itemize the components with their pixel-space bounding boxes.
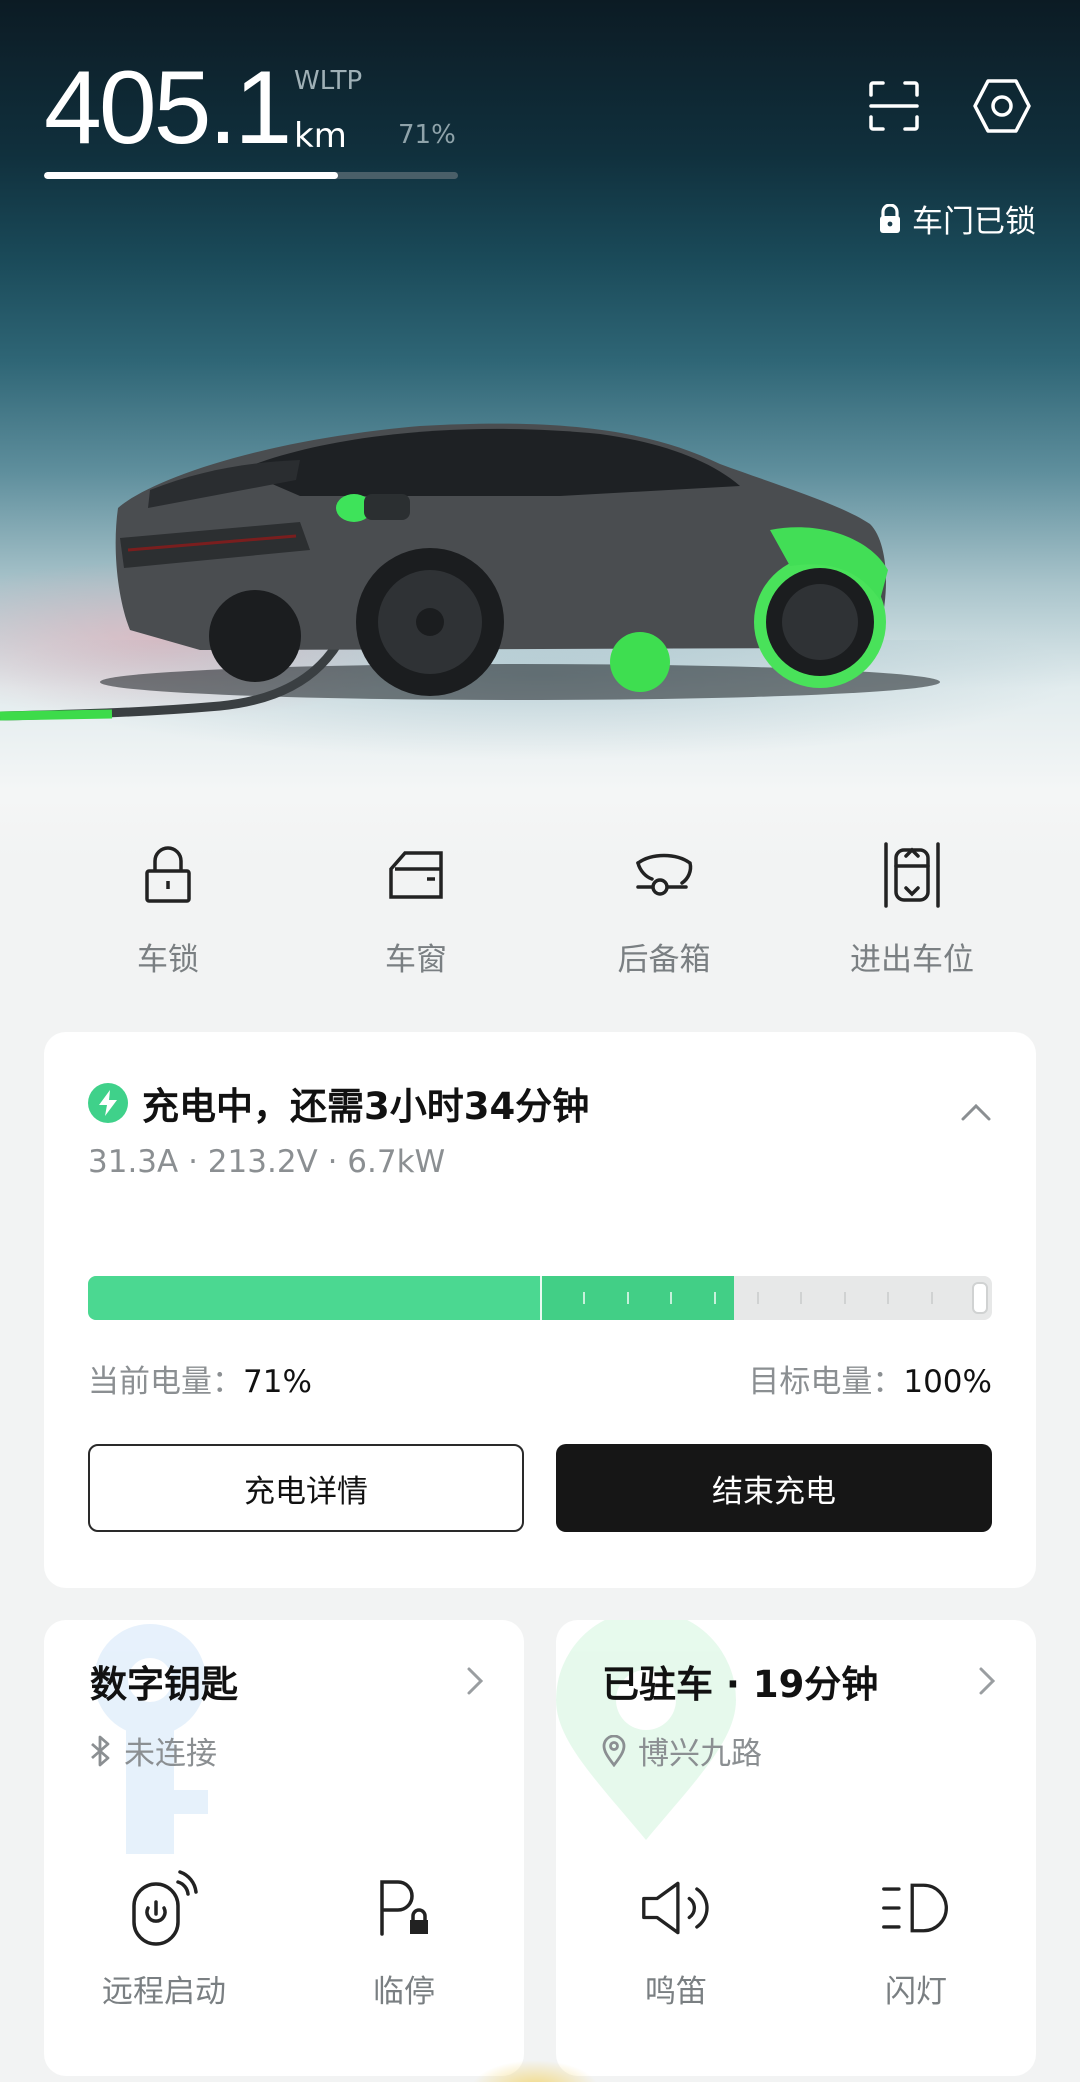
chevron-up-icon bbox=[961, 1103, 991, 1121]
digital-key-arrow[interactable] bbox=[466, 1666, 484, 1700]
horn-button[interactable]: 鸣笛 bbox=[556, 1868, 796, 2011]
quick-actions: 车锁 车窗 后备箱 进出车位 bbox=[44, 840, 1036, 1000]
charging-header: 充电中，还需3小时34分钟 bbox=[88, 1076, 589, 1130]
quick-action-label: 车窗 bbox=[385, 942, 447, 978]
battery-percent: 71% bbox=[398, 120, 456, 150]
quick-action-label: 车锁 bbox=[137, 942, 199, 978]
temp-parking-label: 临停 bbox=[373, 1974, 435, 2010]
range-unit: km bbox=[294, 116, 347, 156]
scan-button[interactable] bbox=[864, 76, 924, 136]
charging-title: 充电中，还需3小时34分钟 bbox=[142, 1085, 590, 1128]
charge-tick bbox=[626, 1292, 629, 1304]
digital-key-title: 数字钥匙 bbox=[90, 1663, 238, 1706]
charge-tick bbox=[670, 1292, 673, 1304]
flash-lights-label: 闪灯 bbox=[885, 1974, 947, 2010]
charging-bolt-icon bbox=[88, 1083, 128, 1123]
remote-start-icon bbox=[132, 1870, 198, 1946]
flash-lights-icon bbox=[882, 1883, 948, 1933]
charge-tick bbox=[713, 1292, 716, 1304]
current-level-value: 71% bbox=[243, 1364, 312, 1400]
charge-tick bbox=[756, 1292, 759, 1304]
range-bar bbox=[44, 172, 458, 179]
parking-card[interactable]: 已驻车 · 19分钟 博兴九路 鸣笛 闪灯 bbox=[556, 1620, 1036, 2076]
parking-location-text: 博兴九路 bbox=[638, 1736, 762, 1772]
quick-action-parking[interactable]: 进出车位 bbox=[788, 840, 1036, 1000]
digital-key-card[interactable]: 数字钥匙 未连接 远程启动 临停 bbox=[44, 1620, 524, 2076]
door-lock-status: 车门已锁 bbox=[878, 196, 1036, 241]
digital-key-actions: 远程启动 临停 bbox=[44, 1868, 524, 2011]
target-level-value: 100% bbox=[903, 1364, 992, 1400]
lock-closed-icon bbox=[880, 203, 900, 233]
range-standard: WLTP bbox=[294, 66, 363, 96]
settings-button[interactable] bbox=[972, 76, 1032, 136]
quick-action-lock[interactable]: 车锁 bbox=[44, 840, 292, 1000]
charge-tick bbox=[583, 1292, 586, 1304]
chevron-right-icon bbox=[979, 1667, 996, 1695]
current-level-label: 当前电量： bbox=[88, 1364, 243, 1400]
charging-card: 充电中，还需3小时34分钟 31.3A · 213.2V · 6.7kW 当前电… bbox=[44, 1032, 1036, 1588]
horn-icon bbox=[642, 1881, 709, 1935]
settings-icon bbox=[973, 79, 1031, 133]
digital-key-status: 未连接 bbox=[90, 1728, 217, 1773]
parking-title: 已驻车 · 19分钟 bbox=[602, 1663, 879, 1706]
charge-levels: 当前电量：71% 目标电量：100% bbox=[88, 1356, 992, 1401]
charging-metrics: 31.3A · 213.2V · 6.7kW bbox=[88, 1144, 446, 1180]
car-image bbox=[0, 423, 940, 721]
charging-details-button[interactable]: 充电详情 bbox=[88, 1444, 524, 1532]
range-display: 405.1 WLTP km 71% bbox=[44, 50, 456, 166]
temp-parking-button[interactable]: 临停 bbox=[284, 1868, 524, 2011]
trunk-icon bbox=[636, 853, 693, 896]
parking-icon bbox=[884, 842, 940, 908]
charge-current-fill bbox=[88, 1276, 540, 1320]
bottom-peek-decoration bbox=[470, 2060, 600, 2082]
charge-tick bbox=[843, 1292, 846, 1304]
chevron-right-icon bbox=[467, 1667, 484, 1695]
charge-tick bbox=[887, 1292, 890, 1304]
window-icon bbox=[389, 851, 443, 899]
remote-start-button[interactable]: 远程启动 bbox=[44, 1868, 284, 2011]
quick-action-label: 进出车位 bbox=[850, 942, 974, 978]
quick-action-label: 后备箱 bbox=[617, 942, 711, 978]
charge-session-fill bbox=[540, 1276, 735, 1320]
collapse-button[interactable] bbox=[960, 1102, 992, 1126]
horn-label: 鸣笛 bbox=[645, 1974, 707, 2010]
bluetooth-icon bbox=[91, 1735, 110, 1766]
charge-progress-bar bbox=[88, 1276, 992, 1320]
stop-charging-button[interactable]: 结束充电 bbox=[556, 1444, 992, 1532]
charge-tick bbox=[800, 1292, 803, 1304]
flash-lights-button[interactable]: 闪灯 bbox=[796, 1868, 1036, 2011]
range-value: 405.1 bbox=[44, 50, 292, 166]
parking-arrow[interactable] bbox=[978, 1666, 996, 1700]
lock-icon bbox=[145, 846, 191, 903]
hero-section: 405.1 WLTP km 71% 车门已锁 bbox=[0, 0, 1080, 860]
quick-action-trunk[interactable]: 后备箱 bbox=[540, 840, 788, 1000]
target-level-label: 目标电量： bbox=[748, 1364, 904, 1400]
target-slider-handle[interactable] bbox=[972, 1282, 988, 1314]
quick-action-window[interactable]: 车窗 bbox=[292, 840, 540, 1000]
parking-location: 博兴九路 bbox=[602, 1728, 762, 1773]
temp-parking-icon bbox=[380, 1880, 428, 1936]
parking-actions: 鸣笛 闪灯 bbox=[556, 1868, 1036, 2011]
range-bar-fill bbox=[44, 172, 338, 179]
remote-start-label: 远程启动 bbox=[102, 1974, 226, 2010]
charge-tick bbox=[930, 1292, 933, 1304]
door-lock-text: 车门已锁 bbox=[912, 204, 1036, 240]
target-level: 目标电量：100% bbox=[748, 1356, 992, 1401]
location-pin-icon bbox=[602, 1734, 626, 1767]
scan-icon bbox=[869, 81, 919, 131]
current-level: 当前电量：71% bbox=[88, 1356, 312, 1401]
digital-key-status-text: 未连接 bbox=[124, 1736, 217, 1772]
